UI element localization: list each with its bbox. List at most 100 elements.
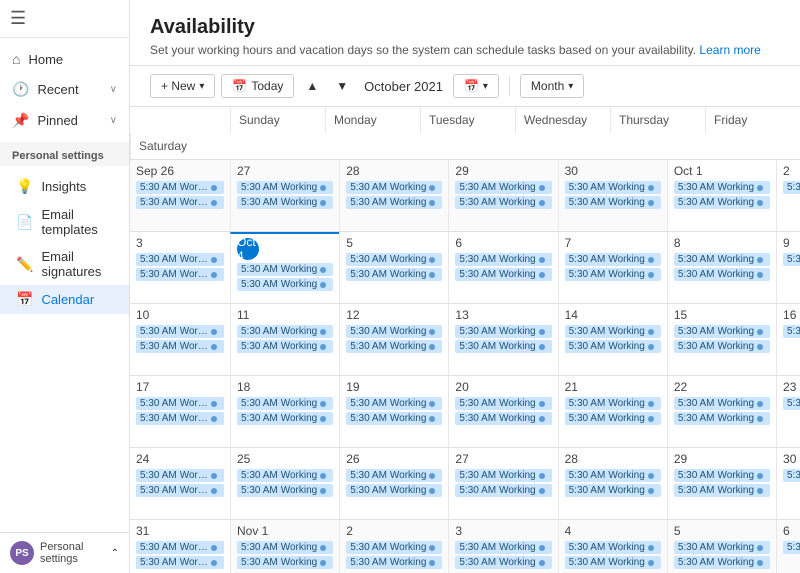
sidebar-item-email-templates[interactable]: 📄 Email templates: [0, 201, 129, 243]
event-bar[interactable]: 5:30 AMWorking: [136, 325, 224, 338]
event-bar[interactable]: 5:30 AMWorking: [674, 325, 770, 338]
event-bar[interactable]: 5:30 AMWorking: [136, 253, 224, 266]
calendar-cell[interactable]: 185:30 AMWorking5:30 AMWorking: [230, 376, 339, 447]
calendar-cell[interactable]: Nov 15:30 AMWorking5:30 AMWorking: [230, 520, 339, 573]
event-bar[interactable]: 5:30 AMWorking: [237, 196, 333, 209]
event-bar[interactable]: 5:30 AMWorking: [136, 340, 224, 353]
event-bar[interactable]: 5:30 AMWorking: [565, 541, 661, 554]
event-bar[interactable]: 5:30 AMWorking: [346, 484, 442, 497]
event-bar[interactable]: 5:30 AMWorking: [346, 556, 442, 569]
calendar-cell[interactable]: Oct 15:30 AMWorking5:30 AMWorking: [667, 160, 776, 231]
event-bar[interactable]: 5:30 AMWorking: [136, 268, 224, 281]
today-button[interactable]: 📅 Today: [221, 74, 294, 98]
calendar-cell[interactable]: 285:30 AMWorking5:30 AMWorking: [339, 160, 448, 231]
event-bar[interactable]: 5:30 AMWorking: [237, 556, 333, 569]
event-bar[interactable]: 5:30 AMWorking: [136, 541, 224, 554]
event-bar[interactable]: 5:30 AMWorking: [346, 397, 442, 410]
event-bar[interactable]: 5:30 AMWorking: [565, 268, 661, 281]
event-bar[interactable]: 5:30 AMWorking: [136, 397, 224, 410]
event-bar[interactable]: 5:30 AMWorking: [674, 268, 770, 281]
sidebar-item-recent[interactable]: 🕐 Recent ∨: [0, 74, 129, 105]
calendar-cell[interactable]: 285:30 AMWorking5:30 AMWorking: [558, 448, 667, 519]
calendar-cell[interactable]: 115:30 AMWorking5:30 AMWorking: [230, 304, 339, 375]
event-bar[interactable]: 5:30 AMWorking: [565, 181, 661, 194]
calendar-cell[interactable]: 65:30 AMWorking: [776, 520, 800, 573]
calendar-cell[interactable]: 75:30 AMWorking5:30 AMWorking: [558, 232, 667, 303]
sidebar-item-email-signatures[interactable]: ✏️ Email signatures: [0, 243, 129, 285]
event-bar[interactable]: 5:30 AMWorking: [674, 253, 770, 266]
event-bar[interactable]: 5:30 AMWorking: [237, 397, 333, 410]
event-bar[interactable]: 5:30 AMWorking: [237, 412, 333, 425]
event-bar[interactable]: 5:30 AMWorking: [136, 484, 224, 497]
calendar-cell[interactable]: 35:30 AMWorking5:30 AMWorking: [130, 232, 230, 303]
calendar-cell[interactable]: 275:30 AMWorking5:30 AMWorking: [230, 160, 339, 231]
calendar-cell[interactable]: 215:30 AMWorking5:30 AMWorking: [558, 376, 667, 447]
event-bar[interactable]: 5:30 AMWorking: [455, 412, 551, 425]
event-bar[interactable]: 5:30 AMWorking: [783, 253, 800, 266]
calendar-cell[interactable]: 25:30 AMWorking5:30 AMWorking: [339, 520, 448, 573]
hamburger-icon[interactable]: ☰: [10, 8, 26, 28]
calendar-cell[interactable]: 125:30 AMWorking5:30 AMWorking: [339, 304, 448, 375]
event-bar[interactable]: 5:30 AMWorking: [565, 469, 661, 482]
event-bar[interactable]: 5:30 AMWorking: [346, 469, 442, 482]
calendar-cell[interactable]: 315:30 AMWorking5:30 AMWorking: [130, 520, 230, 573]
event-bar[interactable]: 5:30 AMWorking: [237, 340, 333, 353]
learn-more-link[interactable]: Learn more: [699, 43, 760, 57]
event-bar[interactable]: 5:30 AMWorking: [674, 196, 770, 209]
event-bar[interactable]: 5:30 AMWorking: [346, 325, 442, 338]
calendar-cell[interactable]: 165:30 AMWorking: [776, 304, 800, 375]
calendar-cell[interactable]: 25:30 AMWorking: [776, 160, 800, 231]
event-bar[interactable]: 5:30 AMWorking: [565, 556, 661, 569]
event-bar[interactable]: 5:30 AMWorking: [783, 469, 800, 482]
event-bar[interactable]: 5:30 AMWorking: [136, 412, 224, 425]
month-button[interactable]: Month ▾: [520, 74, 584, 98]
event-bar[interactable]: 5:30 AMWorking: [455, 397, 551, 410]
calendar-cell[interactable]: 105:30 AMWorking5:30 AMWorking: [130, 304, 230, 375]
calendar-cell[interactable]: 35:30 AMWorking5:30 AMWorking: [448, 520, 557, 573]
calendar-cell[interactable]: 265:30 AMWorking5:30 AMWorking: [339, 448, 448, 519]
calendar-cell[interactable]: 95:30 AMWorking: [776, 232, 800, 303]
event-bar[interactable]: 5:30 AMWorking: [455, 541, 551, 554]
calendar-cell[interactable]: 255:30 AMWorking5:30 AMWorking: [230, 448, 339, 519]
event-bar[interactable]: 5:30 AMWorking: [455, 181, 551, 194]
sidebar-item-insights[interactable]: 💡 Insights: [0, 172, 129, 201]
event-bar[interactable]: 5:30 AMWorking: [136, 556, 224, 569]
event-bar[interactable]: 5:30 AMWorking: [565, 340, 661, 353]
calendar-cell[interactable]: 295:30 AMWorking5:30 AMWorking: [448, 160, 557, 231]
calendar-cell[interactable]: 45:30 AMWorking5:30 AMWorking: [558, 520, 667, 573]
calendar-cell[interactable]: 305:30 AMWorking5:30 AMWorking: [558, 160, 667, 231]
event-bar[interactable]: 5:30 AMWorking: [783, 181, 800, 194]
calendar-cell[interactable]: 55:30 AMWorking5:30 AMWorking: [667, 520, 776, 573]
period-picker-button[interactable]: 📅 ▾: [453, 74, 499, 98]
calendar-cell[interactable]: 145:30 AMWorking5:30 AMWorking: [558, 304, 667, 375]
sidebar-item-calendar[interactable]: 📅 Calendar: [0, 285, 129, 314]
event-bar[interactable]: 5:30 AMWorking: [346, 268, 442, 281]
calendar-cell[interactable]: 205:30 AMWorking5:30 AMWorking: [448, 376, 557, 447]
event-bar[interactable]: 5:30 AMWorking: [455, 484, 551, 497]
event-bar[interactable]: 5:30 AMWorking: [346, 253, 442, 266]
event-bar[interactable]: 5:30 AMWorking: [565, 253, 661, 266]
event-bar[interactable]: 5:30 AMWorking: [237, 541, 333, 554]
event-bar[interactable]: 5:30 AMWorking: [346, 340, 442, 353]
event-bar[interactable]: 5:30 AMWorking: [237, 469, 333, 482]
event-bar[interactable]: 5:30 AMWorking: [455, 469, 551, 482]
event-bar[interactable]: 5:30 AMWorking: [783, 325, 800, 338]
event-bar[interactable]: 5:30 AMWorking: [565, 484, 661, 497]
new-button[interactable]: + New ▾: [150, 74, 215, 98]
event-bar[interactable]: 5:30 AMWorking: [455, 340, 551, 353]
sidebar-item-home[interactable]: ⌂ Home: [0, 44, 129, 74]
event-bar[interactable]: 5:30 AMWorking: [565, 412, 661, 425]
calendar-cell[interactable]: 55:30 AMWorking5:30 AMWorking: [339, 232, 448, 303]
event-bar[interactable]: 5:30 AMWorking: [237, 278, 333, 291]
event-bar[interactable]: 5:30 AMWorking: [565, 196, 661, 209]
event-bar[interactable]: 5:30 AMWorking: [346, 541, 442, 554]
event-bar[interactable]: 5:30 AMWorking: [455, 325, 551, 338]
prev-button[interactable]: ▲: [300, 75, 324, 97]
event-bar[interactable]: 5:30 AMWorking: [136, 196, 224, 209]
event-bar[interactable]: 5:30 AMWorking: [674, 412, 770, 425]
calendar-cell[interactable]: Sep 265:30 AMWorking5:30 AMWorking: [130, 160, 230, 231]
event-bar[interactable]: 5:30 AMWorking: [346, 181, 442, 194]
event-bar[interactable]: 5:30 AMWorking: [674, 484, 770, 497]
calendar-cell[interactable]: 85:30 AMWorking5:30 AMWorking: [667, 232, 776, 303]
calendar-cell[interactable]: 245:30 AMWorking5:30 AMWorking: [130, 448, 230, 519]
